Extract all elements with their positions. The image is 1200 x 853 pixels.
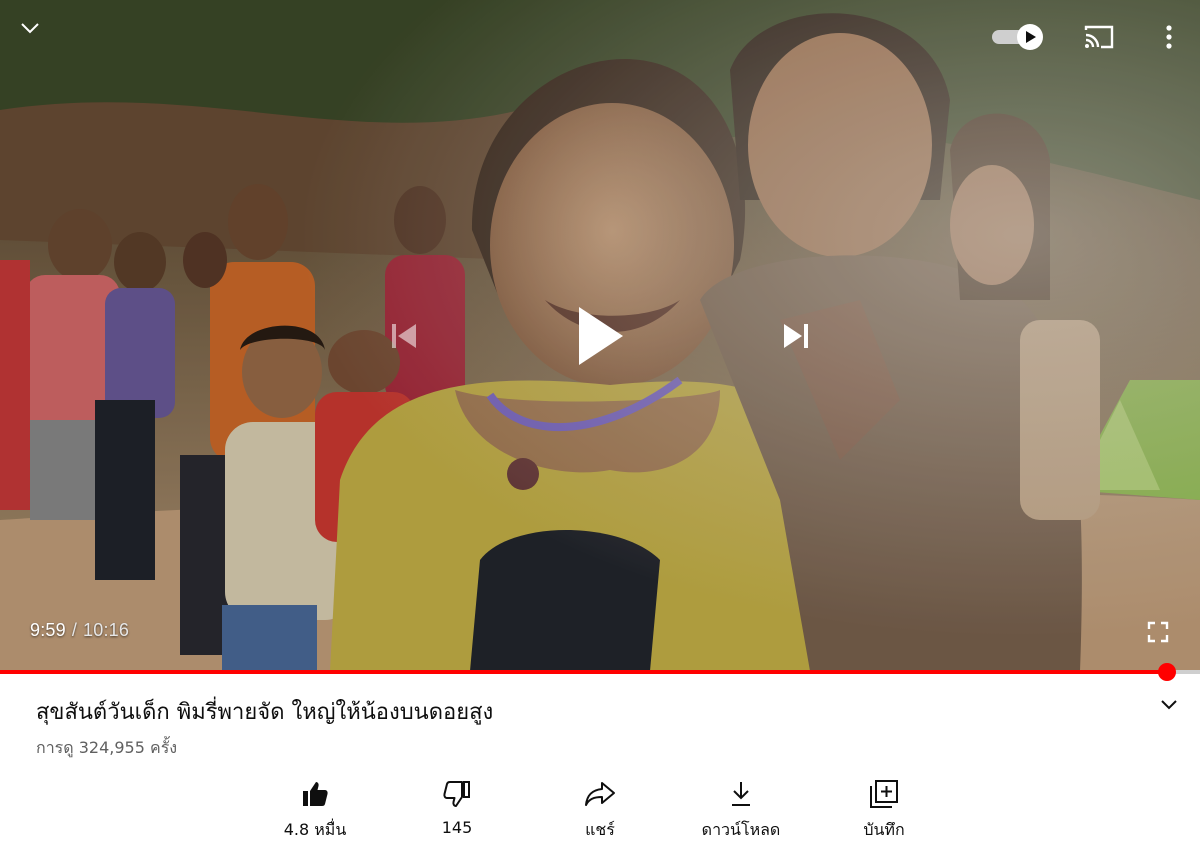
- save-label: บันทึก: [863, 820, 905, 839]
- thumbs-down-icon: [443, 774, 471, 814]
- video-player[interactable]: 9:59 / 10:16: [0, 0, 1200, 671]
- skip-next-icon[interactable]: [776, 316, 816, 356]
- time-display: 9:59 / 10:16: [30, 620, 129, 641]
- cast-icon[interactable]: [1080, 20, 1118, 54]
- time-separator: /: [71, 620, 78, 640]
- download-button[interactable]: ดาวน์โหลด: [676, 774, 806, 844]
- share-button[interactable]: แชร์: [535, 774, 665, 844]
- progress-played: [0, 670, 1167, 674]
- skip-previous-icon[interactable]: [384, 316, 424, 356]
- play-icon[interactable]: [570, 300, 630, 372]
- save-button[interactable]: บันทึก: [819, 774, 949, 844]
- share-label: แชร์: [585, 820, 615, 839]
- save-playlist-icon: [869, 774, 899, 814]
- autoplay-toggle-icon[interactable]: [990, 20, 1048, 54]
- like-count: 4.8 หมื่น: [283, 820, 347, 839]
- progress-scrubber[interactable]: [1158, 663, 1176, 681]
- expand-description-chevron-icon[interactable]: [1154, 692, 1184, 718]
- chevron-down-icon[interactable]: [14, 12, 46, 44]
- thumbs-up-icon: [301, 774, 329, 814]
- view-count: การดู 324,955 ครั้ง: [36, 738, 178, 757]
- fullscreen-icon[interactable]: [1142, 616, 1174, 648]
- share-icon: [584, 774, 616, 814]
- dislike-button[interactable]: 145: [392, 774, 522, 844]
- current-time: 9:59: [30, 620, 66, 640]
- progress-bar[interactable]: [0, 663, 1200, 681]
- like-button[interactable]: 4.8 หมื่น: [250, 774, 380, 844]
- download-label: ดาวน์โหลด: [701, 820, 781, 839]
- download-icon: [729, 774, 753, 814]
- dislike-count: 145: [441, 818, 473, 837]
- more-vertical-icon[interactable]: [1152, 20, 1186, 54]
- video-title[interactable]: สุขสันต์วันเด็ก พิมรี่พายจัด ใหญ่ให้น้อง…: [36, 694, 493, 729]
- video-duration: 10:16: [83, 620, 130, 640]
- action-bar: 4.8 หมื่น 145 แชร์ ดาวน์โหลด บันทึก: [0, 774, 1200, 844]
